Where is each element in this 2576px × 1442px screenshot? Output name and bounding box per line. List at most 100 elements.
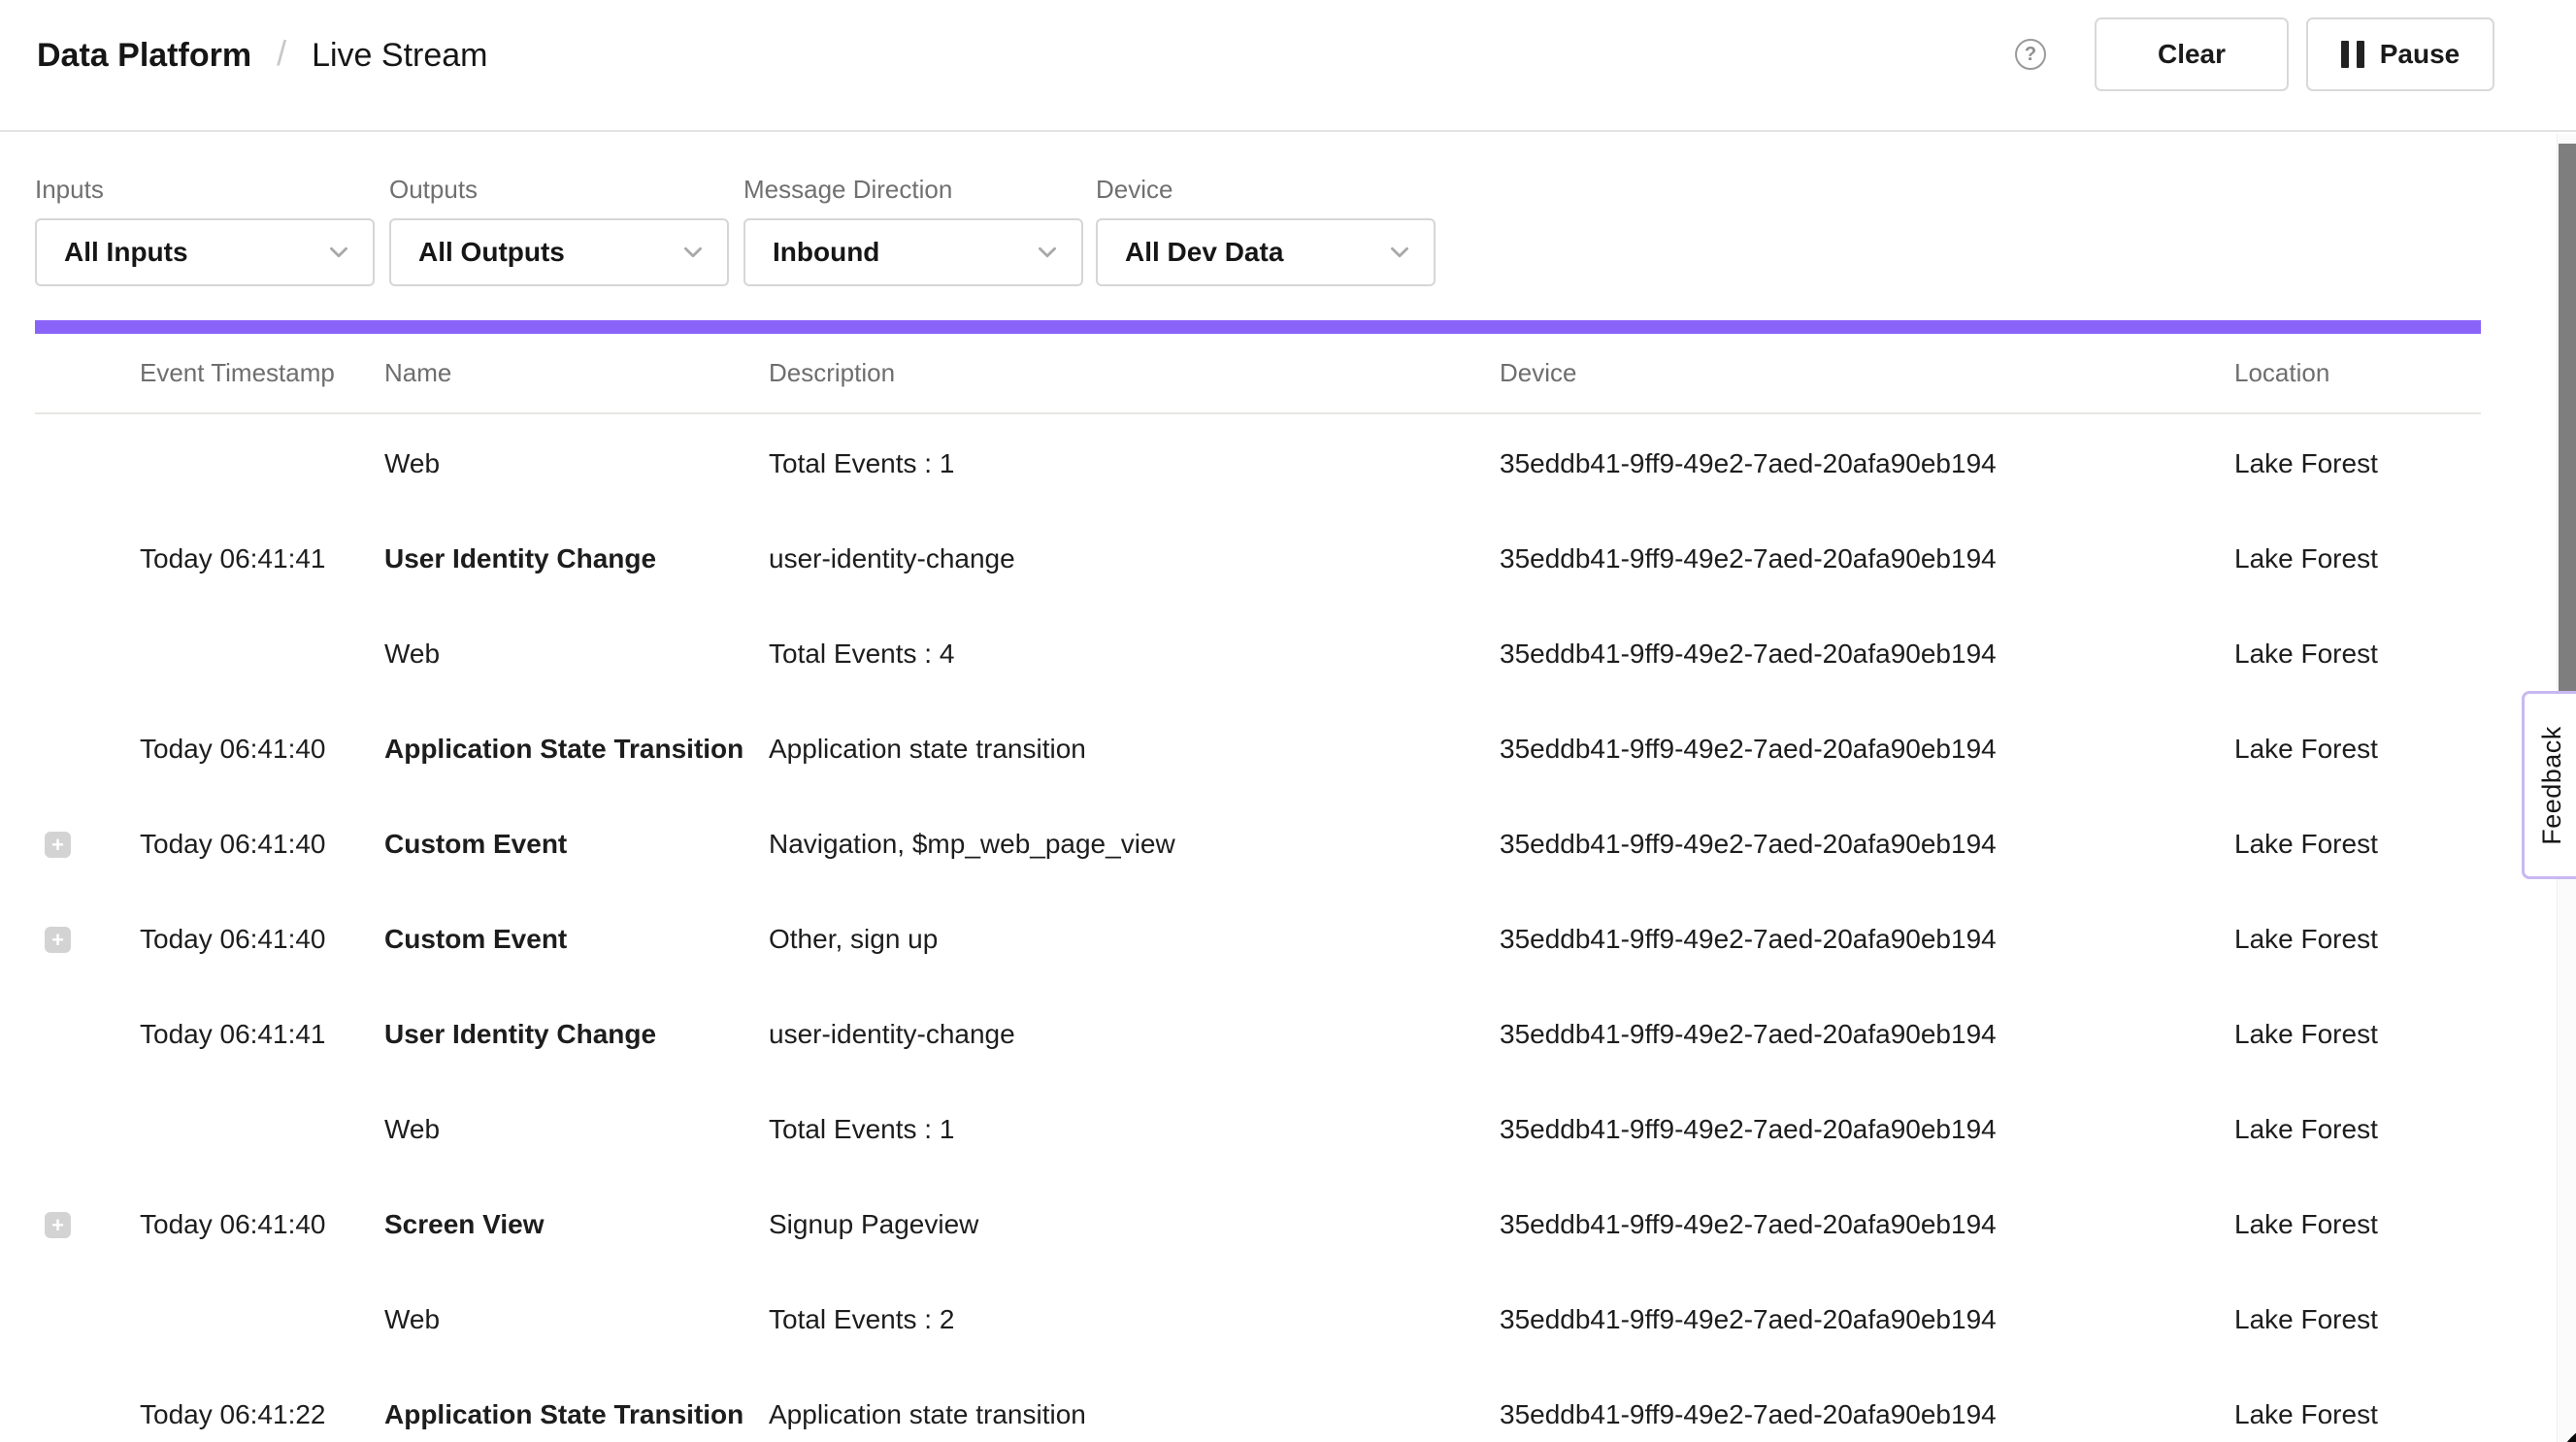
event-timestamp: Today 06:41:40 <box>140 1209 384 1240</box>
event-device: 35eddb41-9ff9-49e2-7aed-20afa90eb194 <box>1500 1304 2234 1335</box>
expand-row-button[interactable]: + <box>45 832 71 858</box>
scrollbar-thumb[interactable] <box>2559 144 2576 692</box>
chevron-down-icon <box>1035 240 1060 265</box>
event-location: Lake Forest <box>2234 829 2481 860</box>
event-description: Other, sign up <box>769 924 1500 955</box>
event-description: user-identity-change <box>769 1019 1500 1050</box>
column-name: Name <box>384 358 769 388</box>
event-timestamp: Today 06:41:22 <box>140 1399 384 1430</box>
filter-device-label: Device <box>1096 175 1172 205</box>
table-row[interactable]: Today 06:41:41 User Identity Change user… <box>35 511 2481 606</box>
event-description: user-identity-change <box>769 543 1500 574</box>
expand-cell: + <box>35 1212 140 1238</box>
event-device: 35eddb41-9ff9-49e2-7aed-20afa90eb194 <box>1500 1399 2234 1430</box>
expand-row-button[interactable]: + <box>45 927 71 953</box>
event-name: User Identity Change <box>384 1019 769 1050</box>
event-device: 35eddb41-9ff9-49e2-7aed-20afa90eb194 <box>1500 734 2234 765</box>
event-location: Lake Forest <box>2234 1019 2481 1050</box>
table-row[interactable]: + Today 06:41:40 Custom Event Other, sig… <box>35 892 2481 987</box>
clear-button-label: Clear <box>2158 39 2226 70</box>
event-location: Lake Forest <box>2234 1114 2481 1145</box>
feedback-tab-label: Feedback <box>2537 726 2567 845</box>
inputs-select-value: All Inputs <box>64 237 188 268</box>
filter-bar: Inputs All Inputs Outputs All Outputs Me… <box>35 132 2481 320</box>
chevron-down-icon <box>680 240 706 265</box>
event-location: Lake Forest <box>2234 448 2481 479</box>
outputs-select-value: All Outputs <box>418 237 565 268</box>
chevron-down-icon <box>1387 240 1412 265</box>
event-name: Web <box>384 639 769 670</box>
breadcrumb: Data Platform / Live Stream <box>37 35 487 76</box>
filter-message-direction-label: Message Direction <box>743 175 952 205</box>
event-location: Lake Forest <box>2234 924 2481 955</box>
breadcrumb-separator: / <box>277 33 286 74</box>
filter-inputs-label: Inputs <box>35 175 104 205</box>
pause-button-label: Pause <box>2380 39 2460 70</box>
pause-button[interactable]: Pause <box>2306 17 2494 91</box>
event-device: 35eddb41-9ff9-49e2-7aed-20afa90eb194 <box>1500 1114 2234 1145</box>
table-row[interactable]: + Today 06:41:40 Custom Event Navigation… <box>35 797 2481 892</box>
event-description: Navigation, $mp_web_page_view <box>769 829 1500 860</box>
column-event-timestamp: Event Timestamp <box>140 358 384 388</box>
event-stream-table: Web Total Events : 1 35eddb41-9ff9-49e2-… <box>35 416 2481 1442</box>
event-device: 35eddb41-9ff9-49e2-7aed-20afa90eb194 <box>1500 543 2234 574</box>
clear-button[interactable]: Clear <box>2095 17 2289 91</box>
message-direction-select[interactable]: Inbound <box>743 218 1083 286</box>
event-device: 35eddb41-9ff9-49e2-7aed-20afa90eb194 <box>1500 829 2234 860</box>
table-row[interactable]: Web Total Events : 1 35eddb41-9ff9-49e2-… <box>35 1082 2481 1177</box>
event-name: Web <box>384 1114 769 1145</box>
event-timestamp: Today 06:41:40 <box>140 829 384 860</box>
breadcrumb-data-platform[interactable]: Data Platform <box>37 37 251 75</box>
table-row[interactable]: + Today 06:41:40 Screen View Signup Page… <box>35 1177 2481 1272</box>
column-description: Description <box>769 358 1500 388</box>
device-select[interactable]: All Dev Data <box>1096 218 1436 286</box>
event-name: Screen View <box>384 1209 769 1240</box>
event-name: Web <box>384 448 769 479</box>
event-timestamp: Today 06:41:40 <box>140 734 384 765</box>
outputs-select[interactable]: All Outputs <box>389 218 729 286</box>
message-direction-select-value: Inbound <box>773 237 879 268</box>
column-device: Device <box>1500 358 2234 388</box>
filter-outputs-label: Outputs <box>389 175 478 205</box>
event-description: Application state transition <box>769 734 1500 765</box>
expand-row-button[interactable]: + <box>45 1212 71 1238</box>
event-timestamp: Today 06:41:41 <box>140 543 384 574</box>
event-description: Total Events : 1 <box>769 1114 1500 1145</box>
feedback-tab[interactable]: Feedback <box>2522 691 2576 879</box>
help-icon[interactable]: ? <box>2015 39 2046 70</box>
event-device: 35eddb41-9ff9-49e2-7aed-20afa90eb194 <box>1500 924 2234 955</box>
event-description: Signup Pageview <box>769 1209 1500 1240</box>
event-description: Total Events : 1 <box>769 448 1500 479</box>
event-description: Total Events : 4 <box>769 639 1500 670</box>
event-location: Lake Forest <box>2234 639 2481 670</box>
page-title: Live Stream <box>312 37 487 75</box>
event-name: Custom Event <box>384 924 769 955</box>
table-row[interactable]: Web Total Events : 2 35eddb41-9ff9-49e2-… <box>35 1272 2481 1367</box>
device-select-value: All Dev Data <box>1125 237 1283 268</box>
chevron-down-icon <box>326 240 351 265</box>
event-device: 35eddb41-9ff9-49e2-7aed-20afa90eb194 <box>1500 1209 2234 1240</box>
table-header: Event Timestamp Name Description Device … <box>35 334 2481 414</box>
event-timestamp: Today 06:41:40 <box>140 924 384 955</box>
event-device: 35eddb41-9ff9-49e2-7aed-20afa90eb194 <box>1500 639 2234 670</box>
event-name: Application State Transition <box>384 1399 769 1430</box>
event-name: User Identity Change <box>384 543 769 574</box>
table-row[interactable]: Web Total Events : 4 35eddb41-9ff9-49e2-… <box>35 606 2481 702</box>
table-row[interactable]: Today 06:41:40 Application State Transit… <box>35 702 2481 797</box>
inputs-select[interactable]: All Inputs <box>35 218 375 286</box>
event-location: Lake Forest <box>2234 1399 2481 1430</box>
expand-cell: + <box>35 927 140 953</box>
event-location: Lake Forest <box>2234 734 2481 765</box>
event-name: Application State Transition <box>384 734 769 765</box>
event-location: Lake Forest <box>2234 1209 2481 1240</box>
table-row[interactable]: Web Total Events : 1 35eddb41-9ff9-49e2-… <box>35 416 2481 511</box>
table-row[interactable]: Today 06:41:22 Application State Transit… <box>35 1367 2481 1442</box>
event-description: Total Events : 2 <box>769 1304 1500 1335</box>
event-name: Custom Event <box>384 829 769 860</box>
table-row[interactable]: Today 06:41:41 User Identity Change user… <box>35 987 2481 1082</box>
event-timestamp: Today 06:41:41 <box>140 1019 384 1050</box>
expand-cell: + <box>35 832 140 858</box>
stream-accent-bar <box>35 320 2481 334</box>
event-device: 35eddb41-9ff9-49e2-7aed-20afa90eb194 <box>1500 1019 2234 1050</box>
pause-icon <box>2341 41 2364 68</box>
